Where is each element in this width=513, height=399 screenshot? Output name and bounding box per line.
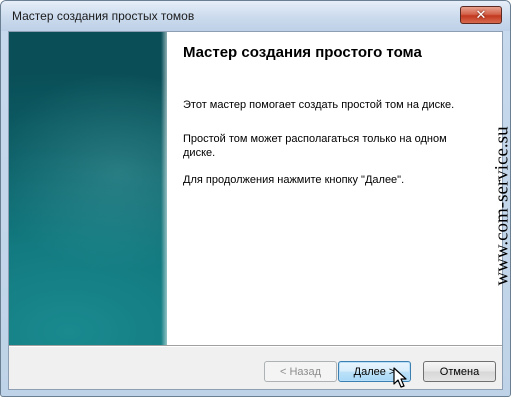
back-button[interactable]: < Назад: [264, 361, 337, 382]
wizard-info-text: Простой том может располагаться только н…: [183, 133, 447, 159]
banner-edge: [161, 32, 167, 345]
cancel-button[interactable]: Отмена: [423, 361, 496, 382]
wizard-heading: Мастер создания простого тома: [183, 44, 422, 61]
banner-highlight: [9, 72, 167, 272]
back-button-label: < Назад: [280, 365, 321, 378]
watermark: www.com-service.su: [492, 56, 513, 356]
wizard-page: Мастер создания простого тома Этот масте…: [9, 32, 502, 345]
next-button-label: Далее >: [353, 365, 396, 378]
close-button[interactable]: ✕: [460, 6, 502, 24]
wizard-side-banner: [9, 32, 167, 345]
mouse-pointer-icon: [393, 367, 407, 388]
cancel-button-label: Отмена: [439, 365, 480, 378]
window-title: Мастер создания простых томов: [12, 9, 195, 23]
wizard-instruction-text: Для продолжения нажмите кнопку "Далее".: [183, 174, 405, 186]
title-bar[interactable]: Мастер создания простых томов ✕: [1, 1, 510, 31]
close-icon: ✕: [475, 7, 487, 23]
wizard-client-area: Мастер создания простого тома Этот масте…: [8, 31, 503, 390]
button-area-divider: [9, 345, 502, 347]
wizard-window: Мастер создания простых томов ✕ Мастер с…: [0, 0, 511, 397]
watermark-text: www.com-service.su: [492, 126, 513, 286]
wizard-intro-text: Этот мастер помогает создать простой том…: [183, 99, 455, 111]
